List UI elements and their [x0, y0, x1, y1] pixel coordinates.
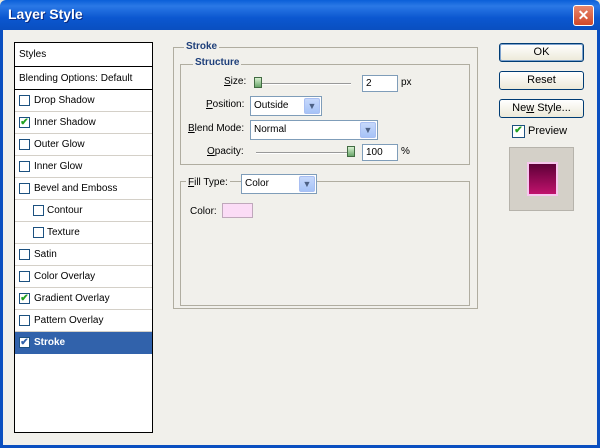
checkbox[interactable]: ✔ [19, 337, 30, 348]
preview-thumbnail [509, 147, 574, 211]
style-item-label: Bevel and Emboss [34, 183, 118, 194]
style-item-bevel-and-emboss[interactable]: Bevel and Emboss [15, 178, 152, 200]
close-button[interactable]: ✕ [573, 5, 594, 26]
style-item-label: Contour [47, 205, 83, 216]
fill-type-label: Fill Type: [186, 177, 230, 188]
opacity-field[interactable]: 100 [362, 144, 398, 161]
styles-header[interactable]: Styles [15, 43, 152, 67]
size-slider-thumb[interactable] [253, 77, 262, 88]
preview-checkbox[interactable]: ✔ [512, 125, 525, 138]
opacity-slider-track[interactable] [256, 152, 351, 154]
style-item-drop-shadow[interactable]: Drop Shadow [15, 90, 152, 112]
ok-button[interactable]: OK [499, 43, 584, 62]
close-icon: ✕ [577, 7, 590, 23]
checkbox[interactable] [19, 161, 30, 172]
position-dropdown[interactable]: Outside ▼ [250, 96, 322, 116]
preview-toggle[interactable]: ✔ Preview [512, 125, 592, 141]
checkbox[interactable] [19, 249, 30, 260]
stroke-color-swatch[interactable] [222, 203, 253, 218]
style-item-inner-glow[interactable]: Inner Glow [15, 156, 152, 178]
style-item-stroke[interactable]: ✔ Stroke [15, 332, 152, 354]
blending-options-item[interactable]: Blending Options: Default [15, 67, 152, 90]
opacity-label: Opacity: [207, 146, 244, 157]
stroke-section-title: Stroke [184, 41, 220, 52]
checkbox[interactable] [33, 227, 44, 238]
checkbox[interactable] [19, 315, 30, 326]
size-field[interactable]: 2 [362, 75, 398, 92]
style-item-texture[interactable]: Texture [15, 222, 152, 244]
style-item-contour[interactable]: Contour [15, 200, 152, 222]
style-item-label: Stroke [34, 337, 66, 348]
new-style-button[interactable]: New Style... [499, 99, 584, 118]
checkbox[interactable]: ✔ [19, 293, 30, 304]
preview-label: Preview [528, 125, 568, 137]
opacity-slider-thumb[interactable] [347, 146, 355, 157]
checkbox[interactable] [19, 183, 30, 194]
style-item-label: Pattern Overlay [34, 315, 104, 326]
chevron-down-icon: ▼ [360, 122, 376, 138]
structure-title: Structure [193, 57, 242, 68]
reset-button[interactable]: Reset [499, 71, 584, 90]
style-item-label: Satin [34, 249, 57, 260]
style-item-label: Texture [47, 227, 80, 238]
blend-mode-dropdown[interactable]: Normal ▼ [250, 120, 378, 140]
position-label: Position: [206, 99, 245, 110]
style-item-color-overlay[interactable]: Color Overlay [15, 266, 152, 288]
styles-list: Styles Blending Options: Default Drop Sh… [14, 42, 153, 433]
style-item-inner-shadow[interactable]: ✔ Inner Shadow [15, 112, 152, 134]
chevron-down-icon: ▼ [299, 176, 315, 192]
opacity-unit: % [401, 146, 410, 157]
checkbox[interactable] [19, 139, 30, 150]
fill-group [180, 181, 470, 306]
style-item-label: Outer Glow [34, 139, 85, 150]
style-item-label: Inner Shadow [34, 117, 96, 128]
color-label: Color: [190, 206, 217, 217]
style-item-outer-glow[interactable]: Outer Glow [15, 134, 152, 156]
title-bar: Layer Style ✕ [0, 0, 600, 30]
checkbox[interactable]: ✔ [19, 117, 30, 128]
size-unit: px [401, 77, 412, 88]
fill-type-dropdown[interactable]: Color ▼ [241, 174, 317, 194]
checkbox[interactable] [33, 205, 44, 216]
size-slider-track[interactable] [256, 83, 351, 85]
checkbox[interactable] [19, 271, 30, 282]
style-item-pattern-overlay[interactable]: Pattern Overlay [15, 310, 152, 332]
checkbox[interactable] [19, 95, 30, 106]
style-item-label: Color Overlay [34, 271, 96, 282]
style-item-label: Gradient Overlay [34, 293, 110, 304]
window-title: Layer Style [8, 6, 83, 22]
blend-mode-label: Blend Mode: [188, 123, 245, 134]
style-item-label: Drop Shadow [34, 95, 95, 106]
style-item-satin[interactable]: Satin [15, 244, 152, 266]
style-item-gradient-overlay[interactable]: ✔ Gradient Overlay [15, 288, 152, 310]
size-label: Size: [224, 76, 247, 87]
chevron-down-icon: ▼ [304, 98, 320, 114]
preview-swatch [527, 162, 558, 196]
style-item-label: Inner Glow [34, 161, 83, 172]
